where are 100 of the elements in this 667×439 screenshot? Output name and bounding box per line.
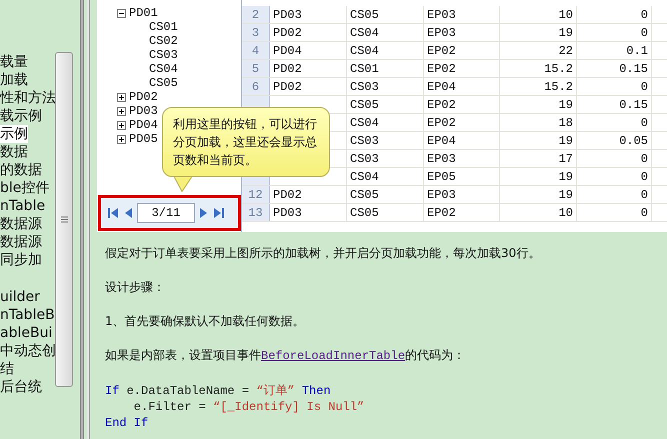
table-cell: CS05 <box>350 206 379 220</box>
expand-icon[interactable] <box>117 120 126 130</box>
table-cell: 19 <box>558 188 573 202</box>
table-cell: 0 <box>640 80 648 94</box>
table-cell: PD03 <box>273 206 302 220</box>
table-cell: EP02 <box>427 98 456 112</box>
callout-text: 利用这里的按钮，可以进行分页加载，这里还会显示总页数和当前页。 <box>173 116 318 169</box>
table-cell: EP03 <box>427 152 456 166</box>
page-field[interactable]: 3/11 <box>137 203 195 223</box>
table-cell: 0.05 <box>619 134 648 148</box>
sidebar-item[interactable]: nTable <box>0 197 46 215</box>
table-cell: PD02 <box>273 80 302 94</box>
table-cell: PD02 <box>273 62 302 76</box>
table-cell: 10 <box>558 8 573 22</box>
table-cell: EP03 <box>427 188 456 202</box>
table-cell: 0 <box>640 26 648 40</box>
row-number: 12 <box>242 186 270 203</box>
table-cell: 15.2 <box>544 80 573 94</box>
paragraph: 假定对于订单表要采用上图所示的加载树，并开启分页加载功能，每次加载30行。 <box>105 245 542 262</box>
sidebar-item[interactable]: 中动态创 <box>0 342 55 360</box>
table-cell: PD03 <box>273 8 302 22</box>
code-line: If e.DataTableName = “订单” Then <box>105 383 332 399</box>
table-cell: CS04 <box>350 116 379 130</box>
table-cell: EP02 <box>427 44 456 58</box>
expand-icon[interactable] <box>117 106 126 116</box>
event-link[interactable]: BeforeLoadInnerTable <box>261 349 406 363</box>
sidebar-item[interactable]: 示例 <box>0 125 28 143</box>
table-cell: 19 <box>558 170 573 184</box>
row-number: 5 <box>242 60 270 77</box>
first-page-button[interactable] <box>107 207 119 219</box>
table-cell: CS05 <box>350 8 379 22</box>
row-number: 4 <box>242 42 270 59</box>
sidebar-item[interactable]: ble控件 <box>0 179 50 197</box>
previous-page-button[interactable] <box>123 207 133 219</box>
table-cell: 0 <box>640 152 648 166</box>
table-cell: 0 <box>640 188 648 202</box>
collapse-icon[interactable] <box>117 8 126 18</box>
table-cell: CS01 <box>350 62 379 76</box>
expand-icon[interactable] <box>117 92 126 102</box>
sidebar-item[interactable]: 加载 <box>0 71 28 89</box>
table-cell: EP03 <box>427 26 456 40</box>
table-cell: PD02 <box>273 188 302 202</box>
sidebar-item[interactable]: 载示例 <box>0 107 42 125</box>
table-cell: CS05 <box>350 98 379 112</box>
table-cell: 0 <box>640 8 648 22</box>
table-cell: 0.1 <box>626 44 648 58</box>
expand-icon[interactable] <box>117 134 126 144</box>
next-page-button[interactable] <box>199 207 209 219</box>
table-cell: 0 <box>640 116 648 130</box>
table-cell: 19 <box>558 98 573 112</box>
row-number: 2 <box>242 6 270 23</box>
sidebar-item[interactable]: 载量 <box>0 53 28 71</box>
table-cell: CS04 <box>350 44 379 58</box>
table-cell: 0 <box>640 170 648 184</box>
sidebar-item[interactable]: uilder <box>0 287 40 306</box>
table-cell: EP04 <box>427 80 456 94</box>
table-cell: 18 <box>558 116 573 130</box>
table-cell: 0.15 <box>619 98 648 112</box>
code-line: End If <box>105 415 150 431</box>
table-cell: EP05 <box>427 170 456 184</box>
row-number: 13 <box>242 204 270 221</box>
table-cell: CS03 <box>350 80 379 94</box>
table-cell: 0 <box>640 206 648 220</box>
code-line: e.Filter = “[_Identify] Is Null” <box>132 399 366 415</box>
table-cell: 0.15 <box>619 62 648 76</box>
sidebar-item[interactable]: nTableB <box>0 306 55 324</box>
table-cell: 22 <box>558 44 573 58</box>
row-number: 6 <box>242 78 270 95</box>
table-cell: 15.2 <box>544 62 573 76</box>
paragraph: 设计步骤： <box>105 279 166 296</box>
table-cell: CS05 <box>350 188 379 202</box>
table-cell: CS03 <box>350 152 379 166</box>
sidebar-item[interactable]: 后台统 <box>0 378 42 396</box>
table-cell: 19 <box>558 26 573 40</box>
table-cell: EP03 <box>427 8 456 22</box>
scrollbar-thumb[interactable] <box>55 52 73 387</box>
table-cell: CS03 <box>350 134 379 148</box>
grip-icon <box>60 216 68 223</box>
table-cell: PD04 <box>273 44 302 58</box>
sidebar-item[interactable]: 数据源 <box>0 215 42 233</box>
sidebar-item[interactable]: ableBui <box>0 324 52 342</box>
sidebar-item[interactable]: 同步加 <box>0 251 42 269</box>
sidebar-item[interactable]: 数据源 <box>0 233 42 251</box>
paragraph: 1、首先要确保默认不加载任何数据。 <box>105 313 306 330</box>
table-cell: PD02 <box>273 26 302 40</box>
sidebar-item[interactable]: 的数据 <box>0 161 42 179</box>
table-cell: EP02 <box>427 206 456 220</box>
paragraph: 如果是内部表，设置项目事件BeforeLoadInnerTable的代码为： <box>105 347 466 365</box>
table-cell: 17 <box>558 152 573 166</box>
table-cell: 19 <box>558 134 573 148</box>
sidebar-item[interactable]: 结 <box>0 360 14 378</box>
table-cell: CS04 <box>350 26 379 40</box>
row-number: 3 <box>242 24 270 41</box>
last-page-button[interactable] <box>213 207 225 219</box>
table-cell: EP02 <box>427 116 456 130</box>
table-cell: CS04 <box>350 170 379 184</box>
table-cell: EP02 <box>427 62 456 76</box>
sidebar-item[interactable]: 数据 <box>0 143 28 161</box>
table-cell: 10 <box>558 206 573 220</box>
table-cell: EP04 <box>427 134 456 148</box>
